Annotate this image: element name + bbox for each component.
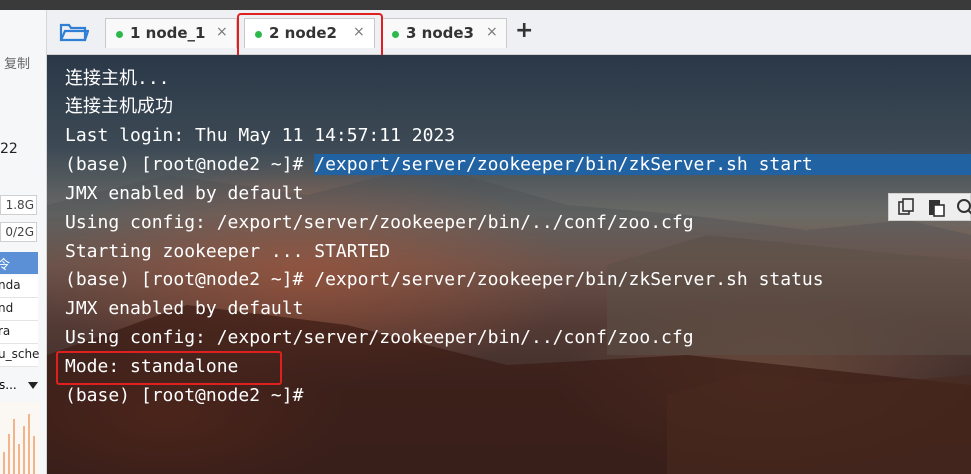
floating-toolbar	[888, 193, 971, 221]
terminal-line: Starting zookeeper ... STARTED	[65, 241, 391, 262]
tab-label: 3 node3	[406, 24, 474, 42]
panel-list-item[interactable]: nd	[0, 298, 38, 321]
search-icon[interactable]	[955, 197, 971, 217]
selected-command[interactable]: /export/server/zookeeper/bin/zkServer.sh…	[314, 154, 813, 175]
copy-icon[interactable]	[896, 197, 916, 217]
prompt-text: (base) [root@node2 ~]#	[65, 154, 315, 175]
copy-link[interactable]: 复制	[4, 53, 30, 72]
panel-selected-item[interactable]: 令	[0, 252, 38, 274]
mini-chart-bar	[18, 444, 20, 474]
folder-icon[interactable]	[59, 21, 89, 43]
close-icon[interactable]: ×	[486, 24, 498, 40]
tab-node3[interactable]: 3 node3 ×	[381, 18, 507, 48]
panel-dropdown[interactable]: s...	[0, 376, 44, 396]
chevron-down-icon	[28, 382, 38, 389]
tab-bar: 1 node_1 × 2 node2 × 3 node3 × +	[47, 10, 971, 55]
mini-chart-bar	[28, 414, 30, 474]
terminal-line: Using config: /export/server/zookeeper/b…	[65, 212, 694, 233]
terminal-output[interactable]: 连接主机... 连接主机成功 Last login: Thu May 11 14…	[47, 55, 971, 474]
terminal-line: 连接主机...	[65, 68, 170, 89]
add-tab-button[interactable]: +	[515, 18, 533, 43]
panel-value: 22	[0, 141, 18, 157]
window-top-strip	[0, 0, 971, 10]
status-dot-icon	[392, 31, 399, 38]
memory-field-2: 0/2G	[0, 222, 37, 242]
panel-list-item[interactable]: u_sche	[0, 344, 39, 367]
terminal-line: 连接主机成功	[65, 96, 173, 117]
close-icon[interactable]: ×	[216, 24, 228, 40]
mini-activity-chart	[0, 402, 40, 474]
terminal-line: (base) [root@node2 ~]#	[65, 385, 304, 406]
mini-chart-bar	[3, 452, 5, 474]
terminal-line: Last login: Thu May 11 14:57:11 2023	[65, 125, 456, 146]
tab-label: 1 node_1	[130, 24, 206, 42]
selection-tail	[812, 154, 971, 175]
mini-chart-bar	[23, 426, 25, 474]
terminal-line: JMX enabled by default	[65, 298, 304, 319]
tab-node-1[interactable]: 1 node_1 ×	[105, 18, 237, 48]
terminal-line: (base) [root@node2 ~]# /export/server/zo…	[65, 269, 824, 290]
left-side-panel: 复制 22 1.8G 0/2G 令 nda nd ra u_sche s...	[0, 10, 47, 474]
terminal-line: JMX enabled by default	[65, 183, 304, 204]
terminal-prompt-line: (base) [root@node2 ~]# /export/server/zo…	[65, 152, 971, 178]
paste-icon[interactable]	[926, 197, 946, 217]
mini-chart-bar	[13, 419, 15, 474]
panel-list-item[interactable]: nda	[0, 275, 38, 298]
panel-list-item[interactable]: ra	[0, 321, 38, 344]
memory-field-1: 1.8G	[0, 195, 37, 215]
terminal-line: Using config: /export/server/zookeeper/b…	[65, 327, 694, 348]
mini-chart-bar	[33, 436, 35, 474]
mini-chart-bar	[8, 434, 10, 474]
mode-annotation-box	[56, 351, 282, 385]
status-dot-icon	[116, 31, 123, 38]
